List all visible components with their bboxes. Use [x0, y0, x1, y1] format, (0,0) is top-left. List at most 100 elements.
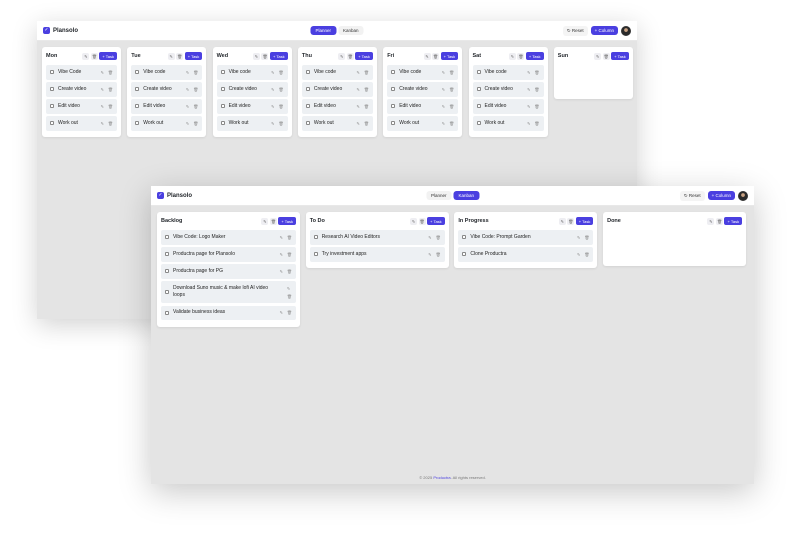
trash-icon[interactable]: 🗑 [534, 104, 539, 109]
pencil-icon[interactable]: ✎ [356, 104, 359, 109]
task-checkbox[interactable] [50, 104, 54, 109]
pencil-icon[interactable]: ✎ [186, 70, 189, 75]
pencil-icon[interactable]: ✎ [410, 217, 418, 225]
pencil-icon[interactable]: ✎ [101, 121, 104, 126]
pencil-icon[interactable]: ✎ [577, 252, 580, 257]
task-card[interactable]: Work out ✎ 🗑 [387, 116, 459, 131]
task-card[interactable]: Create video ✎ 🗑 [472, 82, 544, 97]
pencil-icon[interactable]: ✎ [508, 52, 516, 60]
add-task-button[interactable]: + Task [269, 52, 288, 60]
task-checkbox[interactable] [305, 121, 310, 126]
trash-icon[interactable]: 🗑 [287, 252, 292, 257]
task-checkbox[interactable] [165, 310, 169, 315]
trash-icon[interactable]: 🗑 [193, 121, 198, 126]
task-checkbox[interactable] [305, 104, 310, 109]
pencil-icon[interactable]: ✎ [186, 121, 189, 126]
add-task-button[interactable]: + Task [611, 52, 629, 60]
pencil-icon[interactable]: ✎ [558, 217, 566, 225]
task-checkbox[interactable] [305, 70, 310, 75]
task-card[interactable]: Vibe code ✎ 🗑 [131, 65, 203, 80]
pencil-icon[interactable]: ✎ [271, 121, 274, 126]
add-task-button[interactable]: + Task [427, 217, 445, 225]
trash-icon[interactable]: 🗑 [517, 52, 525, 60]
pencil-icon[interactable]: ✎ [280, 310, 283, 315]
pencil-icon[interactable]: ✎ [442, 87, 445, 92]
pencil-icon[interactable]: ✎ [167, 52, 175, 60]
task-card[interactable]: Vibe code ✎ 🗑 [216, 65, 288, 80]
trash-icon[interactable]: 🗑 [432, 52, 440, 60]
task-card[interactable]: Create video ✎ 🗑 [387, 82, 459, 97]
pencil-icon[interactable]: ✎ [577, 235, 580, 240]
task-card[interactable]: Create video ✎ 🗑 [301, 82, 373, 97]
task-card[interactable]: Vibe Code: Logo Maker ✎ 🗑 [161, 230, 296, 245]
task-card[interactable]: Vibe Code: Prompt Garden ✎ 🗑 [458, 230, 594, 245]
trash-icon[interactable]: 🗑 [534, 70, 539, 75]
task-card[interactable]: Productra page for PG ✎ 🗑 [161, 264, 296, 279]
task-checkbox[interactable] [305, 87, 310, 92]
trash-icon[interactable]: 🗑 [449, 104, 454, 109]
trash-icon[interactable]: 🗑 [436, 235, 441, 240]
task-card[interactable]: Work out ✎ 🗑 [301, 116, 373, 131]
trash-icon[interactable]: 🗑 [108, 70, 113, 75]
task-card[interactable]: Work out ✎ 🗑 [46, 116, 117, 131]
task-checkbox[interactable] [462, 252, 467, 257]
pencil-icon[interactable]: ✎ [280, 235, 283, 240]
task-card[interactable]: Edit video ✎ 🗑 [131, 99, 203, 114]
reset-button[interactable]: ↻ Reset [562, 25, 588, 36]
trash-icon[interactable]: 🗑 [176, 52, 184, 60]
task-card[interactable]: Vibe code ✎ 🗑 [387, 65, 459, 80]
pencil-icon[interactable]: ✎ [338, 52, 346, 60]
add-column-button[interactable]: + Column [707, 191, 735, 200]
brand[interactable]: ✓ Plansolo [43, 27, 78, 34]
task-checkbox[interactable] [135, 87, 140, 92]
trash-icon[interactable]: 🗑 [193, 104, 198, 109]
task-checkbox[interactable] [50, 87, 54, 92]
task-card[interactable]: Edit video ✎ 🗑 [46, 99, 117, 114]
task-card[interactable]: Work out ✎ 🗑 [472, 116, 544, 131]
task-checkbox[interactable] [476, 87, 481, 92]
trash-icon[interactable]: 🗑 [287, 294, 292, 299]
add-task-button[interactable]: + Task [278, 217, 296, 225]
pencil-icon[interactable]: ✎ [428, 235, 431, 240]
task-checkbox[interactable] [135, 70, 140, 75]
pencil-icon[interactable]: ✎ [280, 252, 283, 257]
pencil-icon[interactable]: ✎ [594, 52, 602, 60]
task-card[interactable]: Vibe code ✎ 🗑 [301, 65, 373, 80]
pencil-icon[interactable]: ✎ [442, 70, 445, 75]
pencil-icon[interactable]: ✎ [287, 286, 292, 291]
task-checkbox[interactable] [391, 104, 396, 109]
trash-icon[interactable]: 🗑 [279, 70, 284, 75]
pencil-icon[interactable]: ✎ [707, 217, 715, 225]
add-task-button[interactable]: + Task [184, 52, 203, 60]
pencil-icon[interactable]: ✎ [82, 52, 90, 60]
trash-icon[interactable]: 🗑 [449, 70, 454, 75]
task-checkbox[interactable] [313, 252, 318, 257]
trash-icon[interactable]: 🗑 [364, 70, 369, 75]
task-card[interactable]: Create video ✎ 🗑 [216, 82, 288, 97]
avatar[interactable] [738, 190, 748, 201]
trash-icon[interactable]: 🗑 [449, 87, 454, 92]
task-checkbox[interactable] [391, 121, 396, 126]
trash-icon[interactable]: 🗑 [364, 121, 369, 126]
trash-icon[interactable]: 🗑 [287, 235, 292, 240]
task-checkbox[interactable] [135, 104, 140, 109]
task-card[interactable]: Create video ✎ 🗑 [46, 82, 117, 97]
add-task-button[interactable]: + Task [440, 52, 459, 60]
trash-icon[interactable]: 🗑 [108, 87, 113, 92]
trash-icon[interactable]: 🗑 [108, 104, 113, 109]
pencil-icon[interactable]: ✎ [252, 52, 260, 60]
reset-button[interactable]: ↻ Reset [679, 190, 705, 201]
trash-icon[interactable]: 🗑 [90, 52, 98, 60]
trash-icon[interactable]: 🗑 [346, 52, 354, 60]
pencil-icon[interactable]: ✎ [442, 121, 445, 126]
task-card[interactable]: Vibe code ✎ 🗑 [472, 65, 544, 80]
trash-icon[interactable]: 🗑 [287, 269, 292, 274]
task-card[interactable]: Validate business ideas ✎ 🗑 [161, 305, 296, 320]
pencil-icon[interactable]: ✎ [356, 87, 359, 92]
pencil-icon[interactable]: ✎ [428, 252, 431, 257]
trash-icon[interactable]: 🗑 [418, 217, 426, 225]
task-checkbox[interactable] [220, 121, 225, 126]
task-card[interactable]: Work out ✎ 🗑 [216, 116, 288, 131]
task-checkbox[interactable] [165, 290, 169, 294]
trash-icon[interactable]: 🗑 [534, 87, 539, 92]
